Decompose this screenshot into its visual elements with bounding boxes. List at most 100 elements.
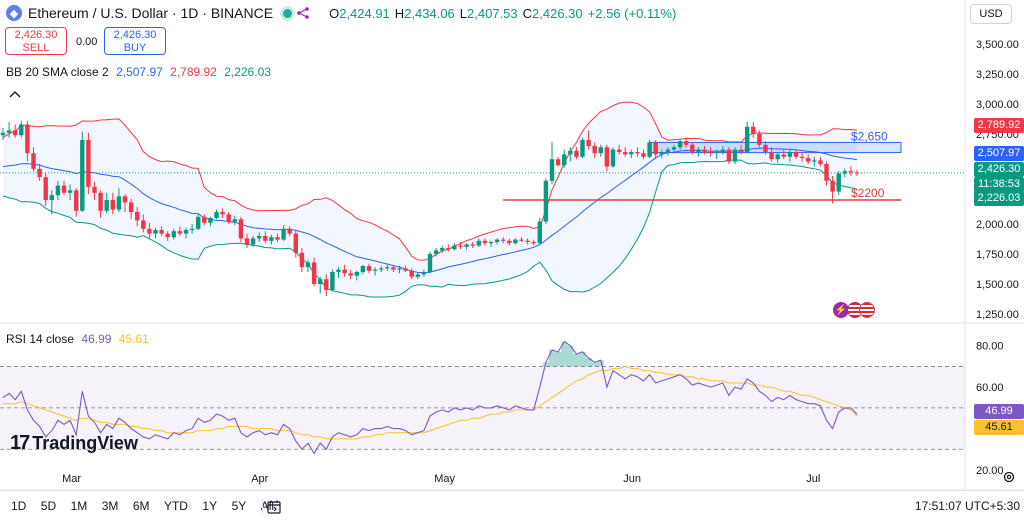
sell-price: 2,426.30 (14, 29, 58, 41)
candle-body (464, 244, 469, 247)
rsi-legend[interactable]: RSI 14 close 46.99 45.61 (6, 332, 149, 346)
bb-basis-value: 2,507.97 (116, 65, 163, 79)
high-label: H (394, 5, 405, 21)
candle-body (671, 147, 677, 150)
candle-body (842, 171, 847, 174)
range-1d[interactable]: 1D (6, 491, 31, 521)
range-5d[interactable]: 5D (36, 491, 61, 521)
candle-body (366, 266, 372, 271)
bar-countdown: 11:38:53 (974, 177, 1024, 192)
collapse-legend-button[interactable] (4, 88, 26, 106)
date-range-buttons: 1D 5D 1M 3M 6M YTD 1Y 5Y All (6, 491, 279, 521)
candle-body (769, 152, 774, 160)
candle-body (818, 160, 823, 164)
resistance-label: $2,650 (851, 129, 888, 143)
candle-body (751, 126, 756, 134)
candle-body (799, 156, 805, 158)
candle-body (610, 149, 616, 167)
candle-body (354, 272, 359, 276)
candle-body (263, 236, 268, 241)
candle-body (25, 124, 30, 154)
candle-body (171, 231, 176, 238)
event-icons[interactable]: ⚡ (833, 302, 875, 318)
candle-body (86, 140, 91, 187)
rsi-pane (0, 340, 965, 455)
candle-body (397, 268, 402, 270)
buy-button[interactable]: 2,426.30 BUY (104, 27, 166, 55)
candle-body (348, 273, 353, 276)
candle-body (787, 152, 793, 157)
currency-selector[interactable]: USD (970, 4, 1012, 24)
candle-body (824, 164, 829, 181)
range-1m[interactable]: 1M (66, 491, 93, 521)
candle-body (318, 279, 323, 284)
candle-body (598, 147, 603, 154)
bb-legend[interactable]: BB 20 SMA close 2 2,507.97 2,789.92 2,22… (6, 65, 271, 79)
candle-body (684, 141, 689, 145)
candle-body (580, 140, 585, 157)
us-flag-icon[interactable] (859, 302, 875, 318)
candle-body (629, 152, 634, 155)
candle-body (379, 268, 384, 270)
candle-body (98, 192, 103, 211)
candle-body (116, 196, 122, 210)
open-label: O (329, 5, 340, 21)
low-value: 2,407.53 (467, 5, 518, 21)
candle-body (494, 239, 500, 242)
range-5y[interactable]: 5Y (227, 491, 252, 521)
candle-body (738, 149, 744, 152)
bb-basis-price-tag: 2,507.97 (974, 146, 1024, 161)
candle-body (775, 154, 780, 160)
candle-body (549, 159, 555, 181)
candle-body (555, 159, 561, 166)
candle-body (488, 242, 494, 244)
candle-body (677, 141, 683, 148)
candle-body (641, 153, 646, 157)
candle-body (220, 212, 225, 215)
time-axis-label: Mar (62, 473, 81, 485)
candle-body (586, 140, 591, 146)
candle-body (537, 221, 542, 244)
clock-timezone[interactable]: 17:51:07 UTC+5:30 (915, 491, 1020, 521)
share-icon[interactable] (296, 6, 310, 20)
sell-button[interactable]: 2,426.30 SELL (5, 27, 67, 55)
candle-body (244, 238, 250, 245)
candle-body (269, 237, 274, 241)
candle-body (507, 240, 512, 244)
support-label: $2200 (851, 186, 885, 200)
rsi-axis-label: 80.00 (976, 341, 1004, 353)
toolbar-divider (262, 498, 263, 514)
candle-body (812, 160, 817, 162)
candle-body (122, 196, 128, 203)
range-3m[interactable]: 3M (97, 491, 124, 521)
time-axis-label: Jul (806, 473, 820, 485)
candle-body (720, 149, 725, 152)
candle-body (714, 152, 719, 154)
candle-body (763, 144, 768, 152)
candle-body (336, 269, 341, 272)
rsi-ma-price-tag: 45.61 (974, 420, 1024, 435)
calendar-goto-icon[interactable] (266, 491, 282, 521)
candle-body (446, 248, 451, 250)
range-1y[interactable]: 1Y (197, 491, 222, 521)
symbol-title[interactable]: Ethereum / U.S. Dollar · 1D · BINANCE (28, 5, 273, 21)
branding-text: TradingView (32, 433, 138, 453)
buy-price: 2,426.30 (113, 29, 157, 41)
candle-body (189, 228, 195, 230)
price-axis-label: 3,500.00 (976, 39, 1019, 51)
range-ytd[interactable]: YTD (159, 491, 193, 521)
rsi-label: RSI 14 close (6, 332, 75, 346)
candle-body (110, 200, 115, 210)
close-value: 2,426.30 (532, 5, 583, 21)
candle-body (293, 233, 298, 253)
candle-body (592, 146, 597, 154)
axis-settings-button[interactable] (1002, 470, 1016, 489)
candle-body (781, 154, 786, 157)
candle-body (330, 272, 335, 290)
candle-body (848, 171, 854, 173)
candle-body (226, 214, 231, 222)
range-6m[interactable]: 6M (128, 491, 155, 521)
candle-body (61, 185, 67, 193)
candle-body (257, 236, 262, 239)
price-axis-label: 1,500.00 (976, 279, 1019, 291)
